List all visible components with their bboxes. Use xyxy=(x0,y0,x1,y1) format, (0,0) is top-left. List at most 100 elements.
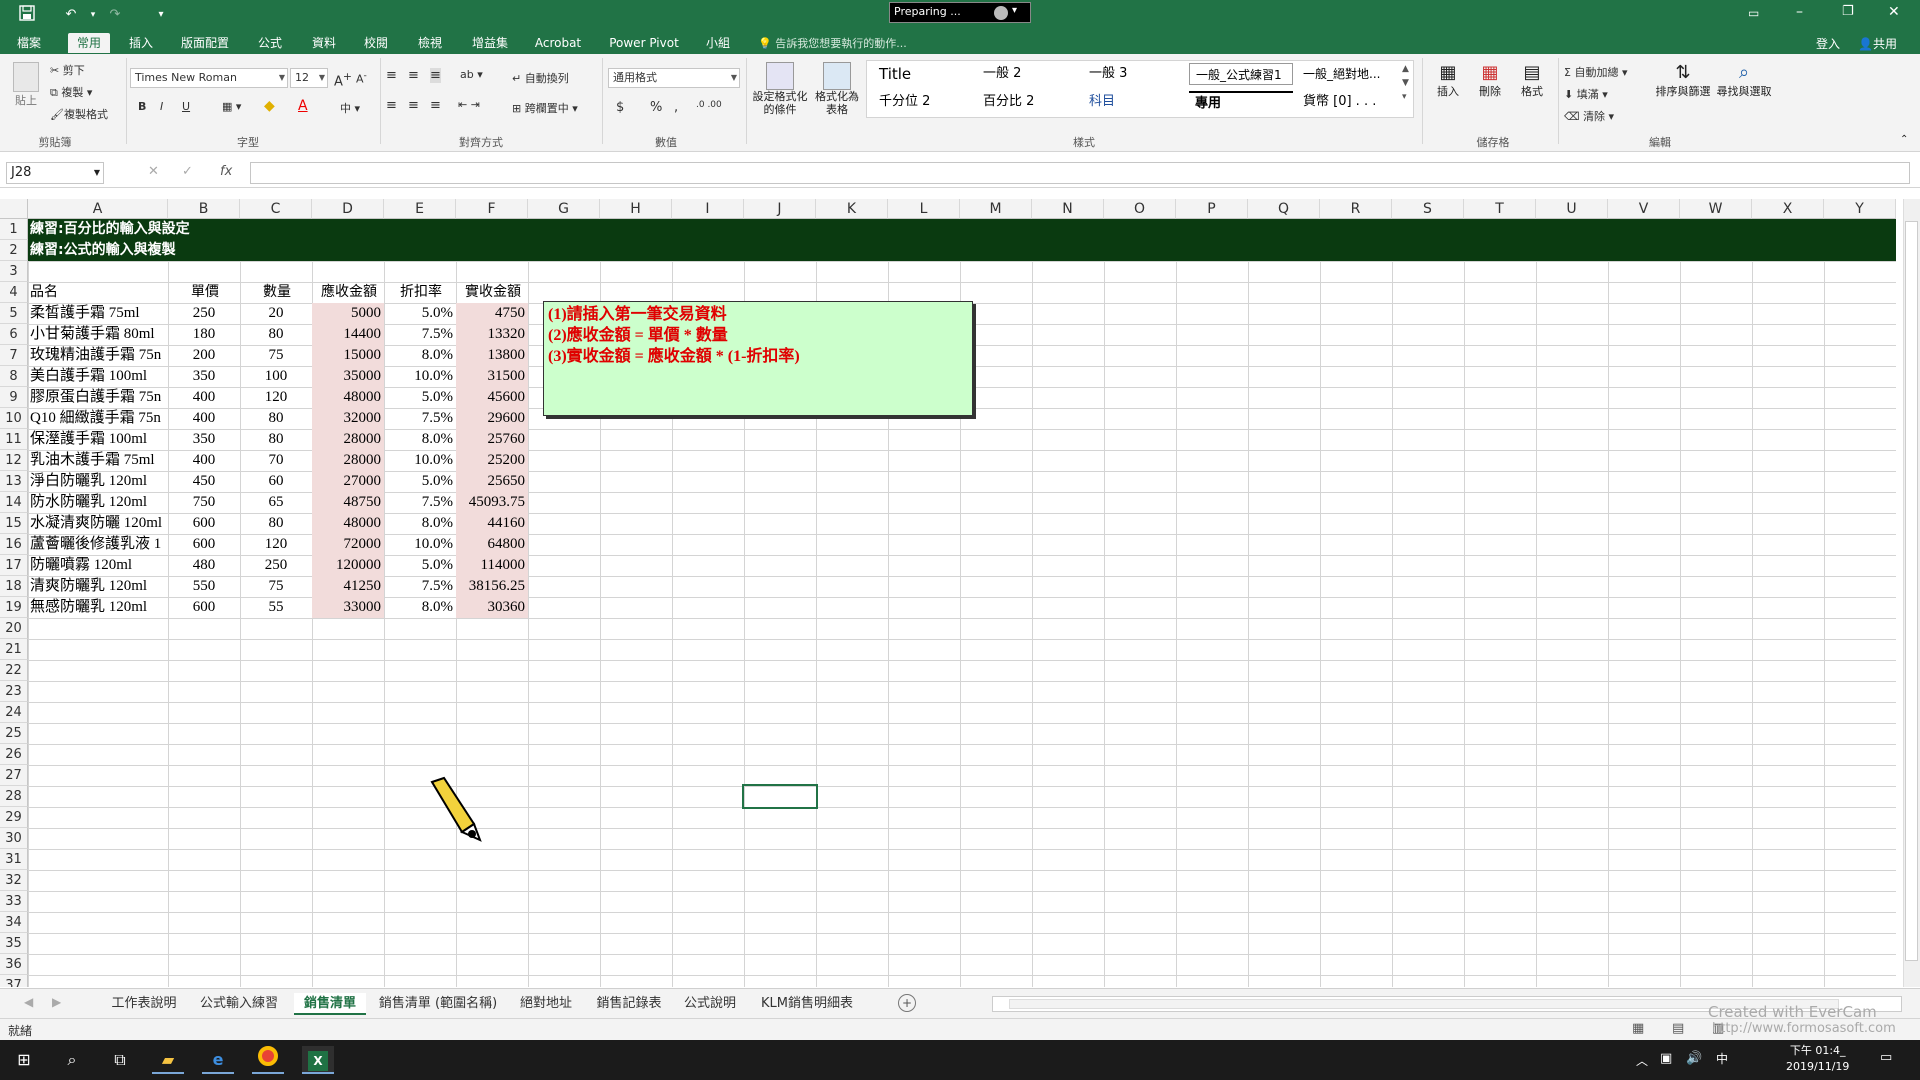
percent-button[interactable]: % xyxy=(650,100,662,115)
sheet-tab-formula-info[interactable]: 公式說明 xyxy=(676,993,744,1015)
table-cell[interactable]: 防水防曬乳 120ml xyxy=(28,492,168,513)
border-icon[interactable]: ▦ ▾ xyxy=(222,100,241,113)
table-cell[interactable]: 80 xyxy=(240,513,312,534)
chrome-icon[interactable] xyxy=(252,1046,284,1074)
row-header[interactable]: 3 xyxy=(0,261,28,282)
fill-button[interactable]: ⬇ 填滿 ▾ xyxy=(1564,86,1608,102)
redo-icon[interactable]: ↷ xyxy=(104,5,126,25)
undo-icon[interactable]: ↶ xyxy=(60,5,82,25)
ime-icon[interactable]: 中 xyxy=(1716,1050,1728,1067)
table-cell[interactable]: 15000 xyxy=(312,345,384,366)
style-comma-2[interactable]: 千分位 2 xyxy=(873,91,973,113)
style-subject[interactable]: 科目 xyxy=(1083,91,1183,113)
table-cell[interactable]: 550 xyxy=(168,576,240,597)
table-cell[interactable]: 乳油木護手霜 75ml xyxy=(28,450,168,471)
table-cell[interactable]: 5000 xyxy=(312,303,384,324)
row-header[interactable]: 18 xyxy=(0,576,28,597)
merge-center-button[interactable]: ⊞ 跨欄置中 ▾ xyxy=(512,100,578,116)
table-cell[interactable]: 13800 xyxy=(456,345,528,366)
font-color-icon[interactable]: A xyxy=(298,98,308,114)
number-format-combo[interactable]: 通用格式 ▼ xyxy=(608,68,740,88)
record-icon[interactable] xyxy=(994,6,1008,20)
table-cell[interactable]: 80 xyxy=(240,429,312,450)
table-cell[interactable]: 64800 xyxy=(456,534,528,555)
table-cell[interactable]: 28000 xyxy=(312,429,384,450)
table-cell[interactable]: 600 xyxy=(168,513,240,534)
column-header[interactable]: R xyxy=(1320,199,1392,219)
tray-chevron-icon[interactable]: ︿ xyxy=(1636,1052,1648,1069)
table-cell[interactable]: 防曬噴霧 120ml xyxy=(28,555,168,576)
row-header[interactable]: 17 xyxy=(0,555,28,576)
table-cell[interactable]: 7.5% xyxy=(384,408,456,429)
align-middle-icon[interactable]: ≡ xyxy=(408,68,419,83)
table-cell[interactable]: 8.0% xyxy=(384,513,456,534)
row-header[interactable]: 4 xyxy=(0,282,28,303)
table-cell[interactable]: 44160 xyxy=(456,513,528,534)
column-header[interactable]: E xyxy=(384,199,456,219)
row-header[interactable]: 33 xyxy=(0,891,28,912)
table-cell[interactable]: 5.0% xyxy=(384,555,456,576)
table-cell[interactable]: 200 xyxy=(168,345,240,366)
table-cell[interactable]: 淨白防曬乳 120ml xyxy=(28,471,168,492)
row-header[interactable]: 26 xyxy=(0,744,28,765)
style-title[interactable]: Title xyxy=(873,63,973,85)
table-cell[interactable]: 48000 xyxy=(312,387,384,408)
increase-decimal-icon[interactable]: .0 .00 xyxy=(696,100,722,110)
tab-review[interactable]: 校閱 xyxy=(356,33,396,53)
table-cell[interactable]: 膠原蛋白護手霜 75n xyxy=(28,387,168,408)
table-cell[interactable]: 小甘菊護手霜 80ml xyxy=(28,324,168,345)
table-cell[interactable]: 7.5% xyxy=(384,576,456,597)
table-cell[interactable]: 8.0% xyxy=(384,345,456,366)
sheet-tab-absolute-address[interactable]: 絕對地址 xyxy=(510,993,582,1015)
row-header[interactable]: 37 xyxy=(0,975,28,987)
autosum-button[interactable]: Σ 自動加總 ▾ xyxy=(1564,64,1627,80)
table-cell[interactable]: 25650 xyxy=(456,471,528,492)
tab-addins[interactable]: 增益集 xyxy=(464,33,516,53)
table-cell[interactable]: 480 xyxy=(168,555,240,576)
row-header[interactable]: 5 xyxy=(0,303,28,324)
cancel-icon[interactable]: ✕ xyxy=(148,164,159,179)
table-cell[interactable]: 55 xyxy=(240,597,312,618)
table-cell[interactable]: 72000 xyxy=(312,534,384,555)
row-header[interactable]: 2 xyxy=(0,240,28,261)
row-header[interactable]: 25 xyxy=(0,723,28,744)
restore-icon[interactable]: ❐ xyxy=(1842,4,1862,20)
table-cell[interactable]: 41250 xyxy=(312,576,384,597)
row-header[interactable]: 34 xyxy=(0,912,28,933)
font-name-combo[interactable]: Times New Roman ▼ xyxy=(130,68,288,88)
normal-view-icon[interactable]: ▦ xyxy=(1632,1021,1644,1036)
table-cell[interactable]: 4750 xyxy=(456,303,528,324)
row-header[interactable]: 36 xyxy=(0,954,28,975)
row-header[interactable]: 11 xyxy=(0,429,28,450)
volume-icon[interactable]: 🔊 xyxy=(1686,1051,1702,1066)
column-header[interactable]: C xyxy=(240,199,312,219)
row-header[interactable]: 20 xyxy=(0,618,28,639)
indent-icon[interactable]: ⇤ ⇥ xyxy=(458,98,480,111)
format-cells-button[interactable]: ▤ 格式 xyxy=(1512,62,1552,99)
edge-icon[interactable]: e xyxy=(202,1046,234,1074)
column-header[interactable]: A xyxy=(28,199,168,219)
column-header[interactable]: K xyxy=(816,199,888,219)
tab-home[interactable]: 常用 xyxy=(68,33,110,53)
row-header[interactable]: 24 xyxy=(0,702,28,723)
column-header[interactable]: W xyxy=(1680,199,1752,219)
column-header[interactable]: Q xyxy=(1248,199,1320,219)
column-header[interactable]: X xyxy=(1752,199,1824,219)
row-header[interactable]: 8 xyxy=(0,366,28,387)
table-cell[interactable]: 250 xyxy=(240,555,312,576)
table-cell[interactable]: 柔皙護手霜 75ml xyxy=(28,303,168,324)
scroll-tabs-left-icon[interactable]: ◀ xyxy=(24,995,33,1009)
enter-icon[interactable]: ✓ xyxy=(182,164,193,179)
grow-font-icon[interactable]: A+ xyxy=(334,70,352,89)
row-header[interactable]: 9 xyxy=(0,387,28,408)
network-icon[interactable]: ▣ xyxy=(1660,1051,1672,1066)
recorder-widget[interactable]: Preparing ... ▾ xyxy=(889,2,1031,23)
table-cell[interactable]: 10.0% xyxy=(384,366,456,387)
table-cell[interactable]: 45600 xyxy=(456,387,528,408)
align-left-icon[interactable]: ≡ xyxy=(386,98,397,113)
column-header[interactable]: M xyxy=(960,199,1032,219)
table-cell[interactable]: 350 xyxy=(168,366,240,387)
align-bottom-icon[interactable]: ≡ xyxy=(430,68,441,83)
shrink-font-icon[interactable]: A- xyxy=(356,70,367,86)
row-header[interactable]: 12 xyxy=(0,450,28,471)
